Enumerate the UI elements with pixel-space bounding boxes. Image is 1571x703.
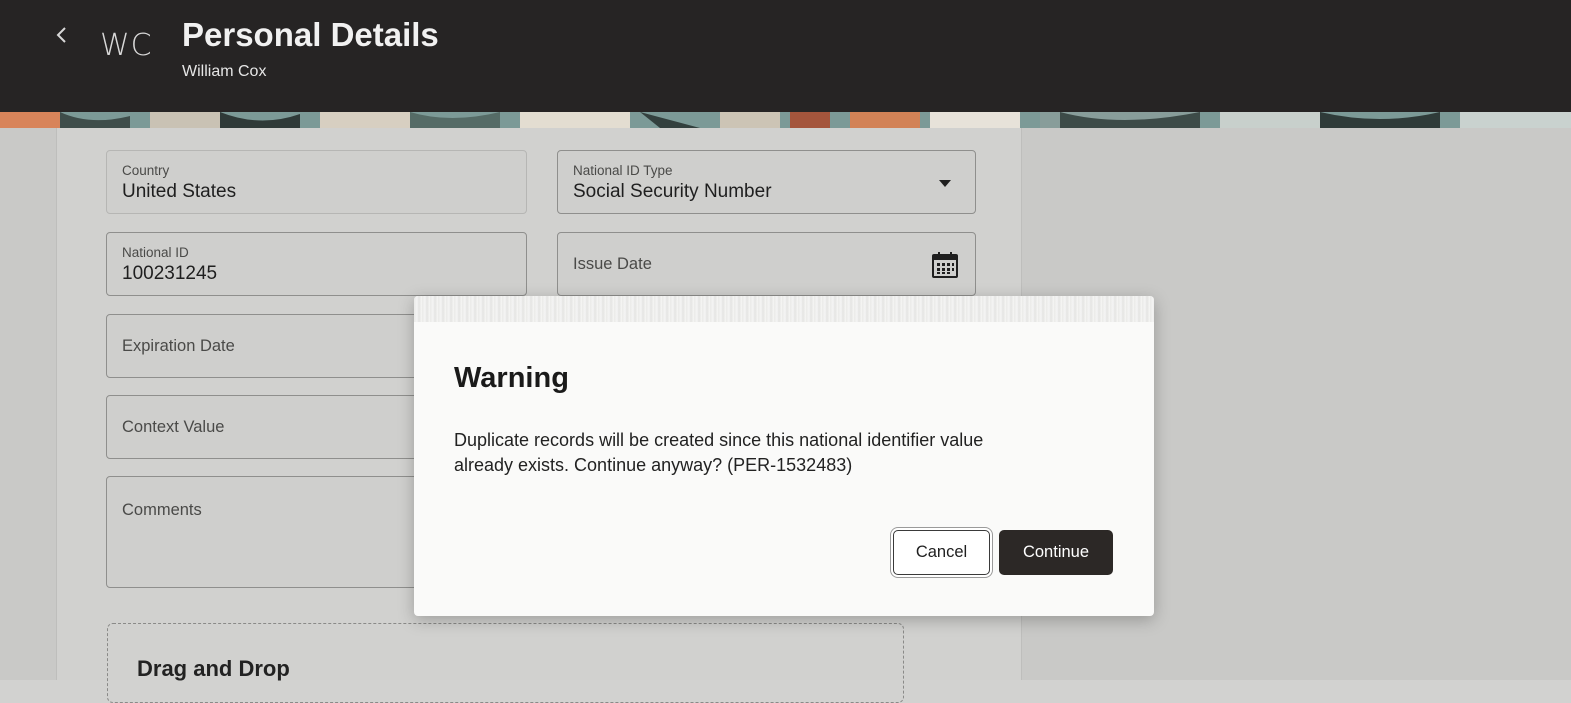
cancel-button[interactable]: Cancel (893, 530, 990, 575)
country-label: Country (122, 163, 170, 178)
page-subtitle: William Cox (182, 63, 267, 80)
page-header: WC Personal Details William Cox (0, 0, 1571, 112)
country-field[interactable]: Country United States (106, 150, 527, 214)
national-id-type-value: Social Security Number (573, 181, 772, 202)
national-id-label: National ID (122, 245, 189, 260)
comments-label: Comments (122, 501, 202, 519)
dropzone-title: Drag and Drop (137, 656, 290, 681)
calendar-icon[interactable] (931, 251, 959, 279)
national-id-type-label: National ID Type (573, 163, 673, 178)
country-value: United States (122, 181, 237, 202)
header-banner-image (0, 112, 1571, 128)
dialog-message-line-2: already exists. Continue anyway? (PER-15… (454, 455, 853, 475)
warning-dialog: Warning Duplicate records will be create… (414, 296, 1154, 616)
dialog-header-strip (414, 296, 1154, 322)
dialog-message: Duplicate records will be created since … (454, 428, 1094, 478)
avatar: WC (100, 28, 153, 63)
issue-date-label: Issue Date (573, 255, 652, 273)
national-id-type-select[interactable]: National ID Type Social Security Number (557, 150, 976, 214)
context-value-label: Context Value (122, 418, 225, 436)
dialog-title: Warning (454, 362, 569, 394)
page-title: Personal Details (182, 16, 439, 53)
continue-button[interactable]: Continue (999, 530, 1113, 575)
dropdown-caret-icon (931, 169, 959, 197)
back-button[interactable] (46, 18, 76, 52)
issue-date-field[interactable]: Issue Date (557, 232, 976, 296)
attachment-dropzone[interactable]: Drag and Drop (107, 623, 904, 703)
expiration-date-label: Expiration Date (122, 337, 235, 355)
dialog-message-line-1: Duplicate records will be created since … (454, 430, 984, 450)
national-id-field[interactable]: National ID 100231245 (106, 232, 527, 296)
chevron-left-icon (56, 27, 66, 43)
national-id-value: 100231245 (122, 263, 218, 284)
